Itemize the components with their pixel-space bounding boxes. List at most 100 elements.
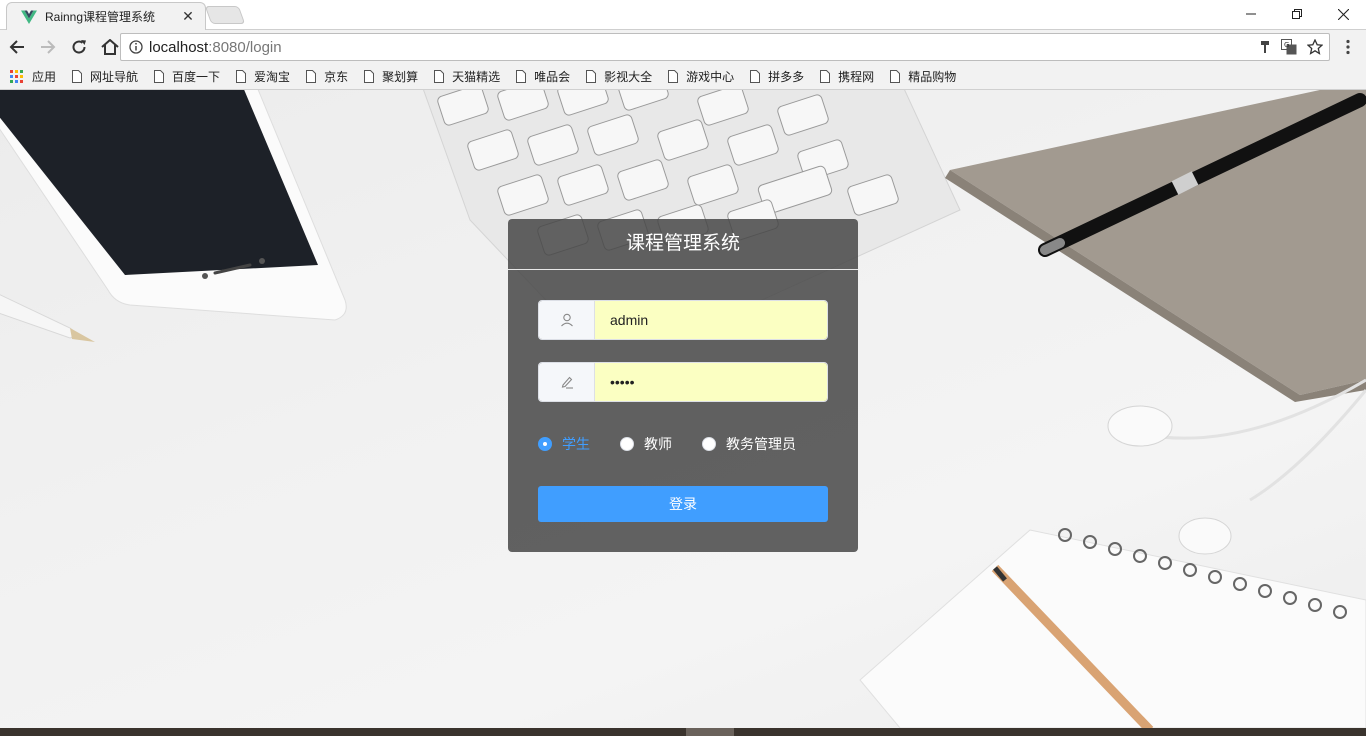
bookmark-item[interactable]: 携程网 [820,68,874,85]
bookmark-label: 百度一下 [172,70,221,84]
taskbar-active-item[interactable] [686,728,734,736]
bookmark-label: 携程网 [838,70,875,84]
page-icon [890,70,901,83]
radio-unchecked-icon [702,437,716,451]
earphones-image [1107,378,1366,555]
taskbar [0,728,1366,736]
info-icon[interactable] [129,40,143,54]
bookmark-label: 精品购物 [908,70,957,84]
page-icon [750,70,761,83]
minimize-button[interactable] [1228,0,1274,28]
page-icon [236,70,247,83]
new-tab-button[interactable] [204,6,246,24]
svg-text:G: G [1284,41,1289,49]
login-button[interactable]: 登录 [538,486,828,522]
password-prefix [539,363,595,401]
home-icon [101,39,119,55]
restore-icon [1292,9,1302,19]
bookmark-label: 天猫精选 [452,70,501,84]
bookmark-label: 应用 [32,70,57,84]
bookmark-item[interactable]: 天猫精选 [434,68,500,85]
login-page: 课程管理系统 学生 [0,90,1366,728]
tab-strip: Rainng课程管理系统 ✕ [0,0,1366,30]
page-icon [820,70,831,83]
page-icon [516,70,527,83]
phone-image [0,90,347,321]
close-icon [1337,8,1349,20]
omnibox-actions: G [1259,34,1323,60]
bookmark-label: 网址导航 [90,70,139,84]
vue-logo-icon [21,10,37,24]
bookmark-item[interactable]: 聚划算 [364,68,418,85]
notebook-image [945,90,1366,402]
user-icon [560,313,573,327]
password-field [538,362,828,402]
tab-close-icon[interactable]: ✕ [181,8,195,25]
key-icon[interactable] [1259,40,1271,54]
bookmark-label: 聚划算 [382,70,419,84]
role-radio-teacher[interactable]: 教师 [620,434,672,454]
role-label: 教师 [644,436,672,452]
radio-unchecked-icon [620,437,634,451]
page-icon [72,70,83,83]
bookmark-label: 京东 [324,70,349,84]
url-host: localhost [149,38,209,56]
back-button[interactable] [3,33,31,61]
role-radio-admin[interactable]: 教务管理员 [702,434,796,454]
login-title: 课程管理系统 [508,219,858,270]
bookmark-item[interactable]: 爱淘宝 [236,68,290,85]
tab-title: Rainng课程管理系统 [45,10,156,24]
arrow-left-icon [9,40,24,54]
bookmark-apps[interactable]: 应用 [10,68,56,85]
browser-menu-button[interactable] [1338,37,1358,57]
reload-button[interactable] [65,33,93,61]
password-input[interactable] [595,363,827,401]
page-icon [586,70,597,83]
arrow-right-icon [41,40,56,54]
bookmark-label: 唯品会 [534,70,571,84]
username-input[interactable] [595,301,827,339]
page-icon [364,70,375,83]
bookmark-item[interactable]: 游戏中心 [668,68,734,85]
translate-icon[interactable]: G [1281,39,1297,55]
bookmark-item[interactable]: 精品购物 [890,68,956,85]
bookmark-item[interactable]: 影视大全 [586,68,652,85]
bookmark-item[interactable]: 唯品会 [516,68,570,85]
spiral-notepad-image [859,528,1366,728]
page-icon [154,70,165,83]
username-field [538,300,828,340]
star-icon[interactable] [1307,39,1323,55]
radio-checked-icon [538,437,552,451]
more-vertical-icon [1346,39,1350,55]
reload-icon [72,40,86,54]
close-window-button[interactable] [1320,0,1366,28]
bookmark-label: 影视大全 [604,70,653,84]
role-radio-student[interactable]: 学生 [538,434,590,454]
page-icon [306,70,317,83]
page-icon [434,70,445,83]
role-label: 学生 [562,436,590,452]
bookmark-label: 游戏中心 [686,70,735,84]
minimize-icon [1246,13,1256,15]
bookmark-item[interactable]: 京东 [306,68,348,85]
bookmark-label: 拼多多 [768,70,805,84]
pencil-icon [561,376,573,389]
role-label: 教务管理员 [726,436,796,452]
bookmarks-bar: 应用 网址导航 百度一下 爱淘宝 京东 聚划算 天猫精选 唯品会 影视大全 游戏… [0,64,1366,90]
browser-toolbar: localhost:8080/login G [0,30,1366,64]
page-icon [668,70,679,83]
login-form: 课程管理系统 学生 [508,219,858,552]
forward-button[interactable] [34,33,62,61]
bookmark-item[interactable]: 网址导航 [72,68,138,85]
role-radio-group: 学生 教师 教务管理员 [538,434,826,454]
address-bar[interactable]: localhost:8080/login G [120,33,1330,61]
bookmark-item[interactable]: 百度一下 [154,68,220,85]
window-controls [1228,0,1366,28]
apps-grid-icon [10,69,23,83]
url-path: :8080/login [208,38,282,56]
browser-tab[interactable]: Rainng课程管理系统 ✕ [6,2,206,30]
white-pen-image [0,294,95,342]
restore-button[interactable] [1274,0,1320,28]
bookmark-item[interactable]: 拼多多 [750,68,804,85]
username-prefix [539,301,595,339]
